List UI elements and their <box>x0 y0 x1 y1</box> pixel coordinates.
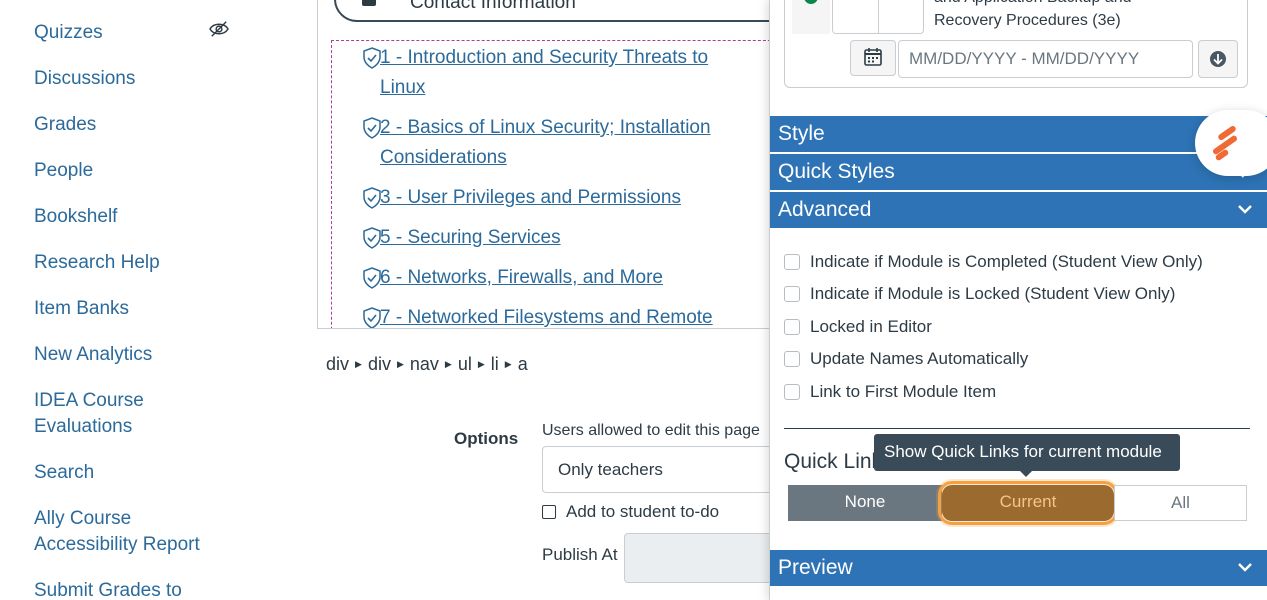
caret-right-icon: ▶ <box>504 359 512 369</box>
quick-links-all-button[interactable]: All <box>1114 485 1247 521</box>
update-names-checkbox[interactable] <box>784 351 800 367</box>
quick-links-tooltip: Show Quick Links for current module <box>874 434 1180 471</box>
quick-links-none-button[interactable]: None <box>788 485 942 521</box>
quick-links-current-button[interactable]: Current <box>938 481 1118 525</box>
nav-item-search[interactable]: Search <box>34 460 94 486</box>
nav-item-item-banks[interactable]: Item Banks <box>34 296 129 322</box>
nav-item-quizzes[interactable]: Quizzes <box>34 20 103 46</box>
style-section-label: Style <box>778 122 825 145</box>
contact-card-icon <box>362 0 376 6</box>
path-item[interactable]: div <box>326 354 349 375</box>
add-to-todo-checkbox[interactable] <box>542 505 556 519</box>
editor-content-area[interactable]: Contact Information 1 - Introduction and… <box>317 0 777 329</box>
add-to-todo-label: Add to student to-do <box>566 502 720 521</box>
users-allowed-select[interactable]: Only teachers <box>542 446 782 493</box>
style-section-header[interactable]: Style <box>770 116 1267 152</box>
module-card-actions <box>832 0 924 34</box>
card-action-button[interactable] <box>833 0 879 33</box>
module-completed-label: Indicate if Module is Completed (Student… <box>810 252 1203 271</box>
card-action-button[interactable] <box>879 0 924 33</box>
shield-check-icon <box>363 47 381 69</box>
link-first-item-label: Link to First Module Item <box>810 382 997 401</box>
shield-check-icon <box>363 117 381 139</box>
quick-styles-section-label: Quick Styles <box>778 160 895 183</box>
module-locked-checkbox[interactable] <box>784 286 800 302</box>
module-completed-checkbox[interactable] <box>784 254 800 270</box>
section-divider <box>784 428 1250 429</box>
advanced-section-header[interactable]: Advanced <box>770 192 1267 228</box>
tooltip-arrow <box>1019 470 1033 477</box>
date-range-input[interactable]: MM/DD/YYYY - MM/DD/YYYY <box>898 40 1193 78</box>
path-item[interactable]: a <box>518 354 528 375</box>
publish-at-label: Publish At <box>542 545 618 564</box>
chevron-down-icon <box>1238 563 1252 572</box>
nav-item-new-analytics[interactable]: New Analytics <box>34 342 152 368</box>
element-path-breadcrumb: div ▶ div ▶ nav ▶ ul ▶ li ▶ a <box>326 354 528 375</box>
locked-in-editor-checkbox[interactable] <box>784 319 800 335</box>
link-first-item-checkbox[interactable] <box>784 384 800 400</box>
caret-right-icon: ▶ <box>396 359 404 369</box>
calendar-icon <box>864 48 882 66</box>
module-link-1[interactable]: 1 - Introduction and Security Threats to… <box>380 43 740 103</box>
preview-section-header[interactable]: Preview <box>770 550 1267 586</box>
nav-item-research-help[interactable]: Research Help <box>34 250 160 276</box>
published-dot-icon <box>804 0 818 4</box>
module-link-7[interactable]: 7 - Networked Filesystems and Remote <box>380 303 713 328</box>
path-item[interactable]: div <box>368 354 391 375</box>
path-item[interactable]: ul <box>458 354 472 375</box>
update-names-label: Update Names Automatically <box>810 349 1029 368</box>
design-tools-panel: and Application Backup and Recovery Proc… <box>769 0 1267 600</box>
path-item[interactable]: nav <box>410 354 439 375</box>
contact-information-label: Contact Information <box>410 0 576 13</box>
users-allowed-label: Users allowed to edit this page <box>542 422 760 439</box>
shield-check-icon <box>363 267 381 289</box>
caret-right-icon: ▶ <box>444 359 452 369</box>
launcher-button[interactable] <box>1195 110 1267 176</box>
quick-styles-section-header[interactable]: Quick Styles <box>770 154 1267 190</box>
locked-in-editor-label: Locked in Editor <box>810 317 932 336</box>
module-link-2[interactable]: 2 - Basics of Linux Security; Installati… <box>380 113 740 173</box>
module-link-5[interactable]: 5 - Securing Services <box>380 223 561 253</box>
advanced-section-label: Advanced <box>778 198 872 221</box>
module-link-6[interactable]: 6 - Networks, Firewalls, and More <box>380 263 663 293</box>
nav-item-ally-accessibility-report[interactable]: Ally Course Accessibility Report <box>34 506 200 558</box>
module-card-title: and Application Backup and Recovery Proc… <box>934 0 1131 29</box>
shield-check-icon <box>363 227 381 249</box>
published-status[interactable] <box>792 0 830 34</box>
shield-check-icon <box>363 307 381 328</box>
nav-item-discussions[interactable]: Discussions <box>34 66 135 92</box>
nav-item-people[interactable]: People <box>34 158 93 184</box>
nav-item-idea-course-evaluations[interactable]: IDEA Course Evaluations <box>34 388 144 440</box>
chevron-down-icon <box>1238 205 1252 214</box>
module-link-3[interactable]: 3 - User Privileges and Permissions <box>380 183 681 213</box>
eye-slash-icon[interactable] <box>208 20 230 38</box>
arrow-down-circle-icon <box>1210 51 1226 67</box>
publish-at-field[interactable] <box>624 533 784 583</box>
path-item[interactable]: li <box>491 354 499 375</box>
nav-item-submit-grades[interactable]: Submit Grades to <box>34 578 182 600</box>
caret-right-icon: ▶ <box>477 359 485 369</box>
course-navigation: Quizzes Discussions Grades People Booksh… <box>0 0 290 600</box>
shield-check-icon <box>363 187 381 209</box>
download-button[interactable] <box>1198 40 1238 78</box>
brand-logo-icon <box>1212 125 1238 161</box>
nav-item-grades[interactable]: Grades <box>34 112 96 138</box>
preview-section-label: Preview <box>778 556 853 579</box>
calendar-button[interactable] <box>850 40 896 76</box>
module-locked-label: Indicate if Module is Locked (Student Vi… <box>810 284 1176 303</box>
caret-right-icon: ▶ <box>355 359 362 369</box>
nav-item-bookshelf[interactable]: Bookshelf <box>34 204 117 230</box>
options-heading: Options <box>454 429 519 448</box>
